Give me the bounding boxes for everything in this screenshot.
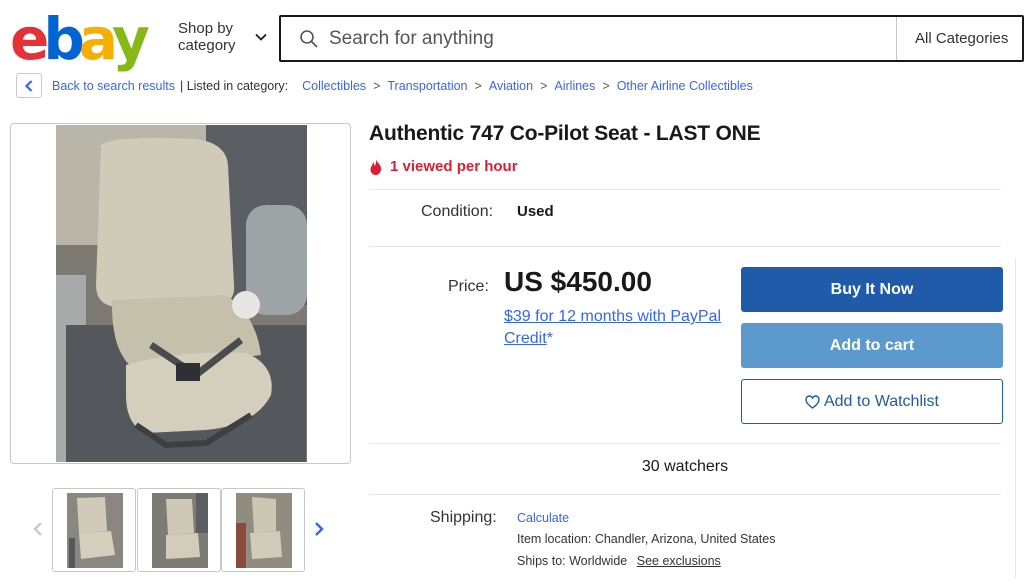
breadcrumb-separator: >	[540, 78, 548, 93]
watchers-count: 30 watchers	[641, 458, 729, 475]
listed-in-label: | Listed in category:	[179, 78, 289, 93]
viewed-per-hour-signal: 1 viewed per hour	[369, 158, 518, 175]
credit-asterisk: *	[546, 330, 553, 347]
logo-letter-a: a	[78, 5, 118, 73]
thumbnail-3[interactable]	[221, 488, 305, 572]
shop-by-line1: Shop by	[178, 20, 234, 37]
back-button[interactable]	[16, 73, 42, 98]
main-product-image[interactable]	[10, 123, 351, 464]
breadcrumb: Back to search results | Listed in categ…	[16, 73, 753, 98]
divider	[369, 443, 1001, 444]
chevron-left-icon	[24, 79, 33, 92]
divider	[369, 494, 1001, 495]
heart-icon	[805, 394, 820, 409]
search-bar: All Categories	[279, 15, 1024, 62]
paypal-credit-link[interactable]: $39 for 12 months with PayPal Credit	[504, 308, 721, 347]
chevron-down-icon	[254, 33, 267, 41]
breadcrumb-separator: >	[474, 78, 482, 93]
logo-letter-b: b	[43, 5, 84, 73]
add-to-cart-button[interactable]: Add to cart	[741, 323, 1003, 368]
ebay-logo[interactable]: e b a y	[10, 5, 150, 73]
ships-to: Ships to: Worldwide See exclusions	[517, 554, 721, 568]
paypal-credit-offer: $39 for 12 months with PayPal Credit*	[504, 306, 734, 350]
search-icon	[300, 29, 318, 48]
divider	[369, 189, 1001, 190]
buy-it-now-label: Buy It Now	[830, 280, 914, 298]
shipping-label: Shipping:	[430, 509, 497, 526]
shop-by-category-button[interactable]: Shop by category	[178, 20, 268, 54]
shipping-calculate-link[interactable]: Calculate	[517, 511, 569, 525]
condition-value: Used	[517, 203, 554, 220]
shop-by-line2: category	[178, 37, 236, 54]
breadcrumb-item-transportation[interactable]: Transportation	[387, 79, 467, 93]
ships-to-text: Ships to: Worldwide	[517, 554, 628, 568]
condition-label: Condition:	[421, 203, 494, 220]
breadcrumb-item-airlines[interactable]: Airlines	[554, 79, 595, 93]
breadcrumb-item-aviation[interactable]: Aviation	[489, 79, 533, 93]
thumbnail-1[interactable]	[52, 488, 136, 572]
add-to-watchlist-button[interactable]: Add to Watchlist	[741, 379, 1003, 424]
price-label: Price:	[448, 278, 489, 295]
thumbnail-2[interactable]	[137, 488, 221, 572]
chevron-left-icon	[33, 522, 42, 536]
pilot-seat-thumbnail	[236, 493, 292, 568]
add-to-cart-label: Add to cart	[829, 336, 915, 354]
viewed-text: 1 viewed per hour	[390, 158, 518, 175]
breadcrumb-separator: >	[373, 78, 381, 93]
thumbnail-next-arrow[interactable]	[314, 520, 324, 541]
breadcrumb-item-other-airline-collectibles[interactable]: Other Airline Collectibles	[617, 79, 753, 93]
logo-letter-e: e	[10, 5, 49, 73]
pilot-seat-thumbnail	[67, 493, 123, 568]
buy-it-now-button[interactable]: Buy It Now	[741, 267, 1003, 312]
pilot-seat-photo	[56, 125, 307, 462]
add-to-watchlist-label: Add to Watchlist	[823, 392, 939, 410]
flame-icon	[370, 158, 382, 175]
logo-letter-y: y	[112, 5, 150, 73]
search-input[interactable]	[319, 17, 896, 60]
thumbnail-prev-arrow[interactable]	[33, 520, 43, 541]
chevron-right-icon	[315, 522, 324, 536]
item-location: Item location: Chandler, Arizona, United…	[517, 532, 776, 546]
back-to-results-link[interactable]: Back to search results	[52, 79, 175, 93]
pilot-seat-thumbnail	[152, 493, 208, 568]
breadcrumb-item-collectibles[interactable]: Collectibles	[302, 79, 366, 93]
breadcrumb-separator: >	[602, 78, 610, 93]
shop-by-label: Shop by category	[178, 20, 236, 54]
listing-title: Authentic 747 Co-Pilot Seat - LAST ONE	[369, 122, 761, 145]
right-panel-edge	[1015, 258, 1024, 578]
see-exclusions-link[interactable]: See exclusions	[637, 554, 721, 568]
category-select[interactable]: All Categories	[896, 17, 1022, 60]
price-value: US $450.00	[504, 266, 652, 297]
divider	[369, 246, 1001, 247]
